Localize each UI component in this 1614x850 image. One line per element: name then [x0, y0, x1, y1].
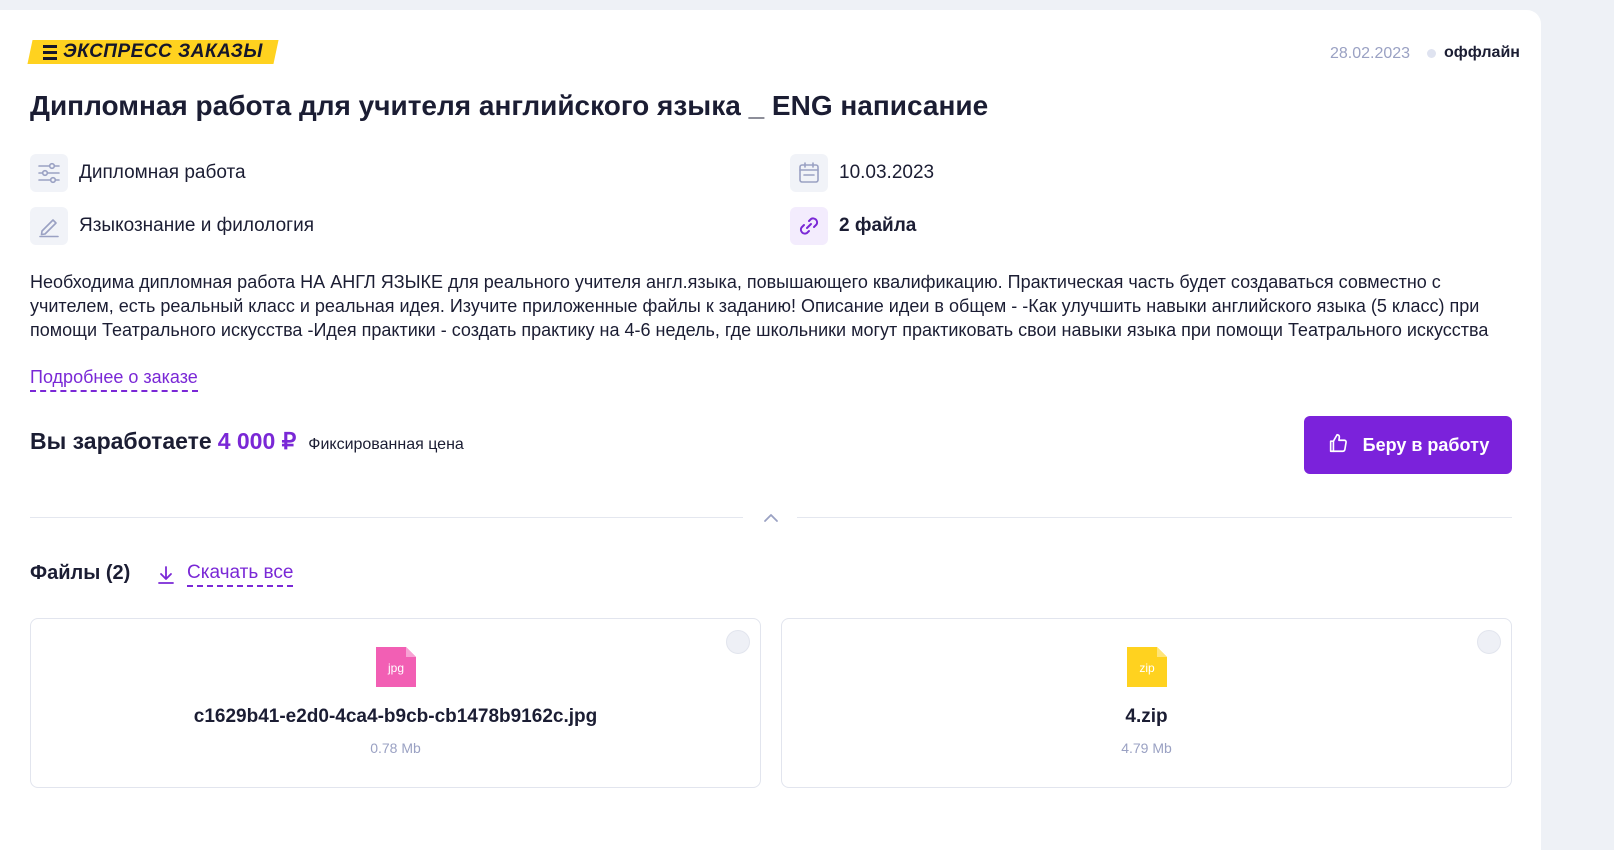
deadline-date: 10.03.2023	[839, 162, 935, 183]
attachments-row[interactable]: 2 файла	[790, 207, 916, 245]
svg-text:zip: zip	[1139, 661, 1155, 675]
chevron-up-icon	[764, 514, 778, 522]
earnings: Вы заработаете 4 000 ₽ Фиксированная цен…	[30, 428, 464, 455]
file-card[interactable]: zip 4.zip 4.79 Mb	[781, 618, 1512, 788]
order-title: Дипломная работа для учителя английского…	[30, 90, 989, 121]
menu-lines-icon	[43, 44, 58, 60]
link-icon	[790, 207, 828, 245]
calendar-icon	[790, 154, 828, 192]
file-size: 4.79 Mb	[1121, 740, 1172, 756]
status-label: оффлайн	[1444, 44, 1520, 61]
more-details-link[interactable]: Подробнее о заказе	[30, 367, 198, 392]
attachments-count: 2 файла	[839, 215, 917, 236]
file-size: 0.78 Mb	[370, 740, 421, 756]
work-type: Дипломная работа	[79, 162, 246, 183]
subject: Языкознание и филология	[79, 215, 314, 236]
earnings-amount: 4 000 ₽	[217, 428, 297, 454]
pencil-icon	[30, 207, 68, 245]
jpg-file-icon: jpg	[375, 647, 416, 687]
earnings-label: Вы заработаете	[30, 428, 212, 454]
express-orders-badge: ЭКСПРЕСС ЗАКАЗЫ	[27, 40, 279, 64]
file-select-checkbox[interactable]	[1477, 630, 1501, 654]
file-card[interactable]: jpg c1629b41-e2d0-4ca4-b9cb-cb1478b9162c…	[30, 618, 761, 788]
file-select-checkbox[interactable]	[726, 630, 750, 654]
subject-row: Языкознание и филология	[30, 207, 314, 245]
status-indicator: оффлайн	[1427, 44, 1520, 62]
work-type-row: Дипломная работа	[30, 154, 246, 192]
sliders-icon	[30, 154, 68, 192]
thumbs-up-icon	[1327, 432, 1349, 459]
deadline-row: 10.03.2023	[790, 154, 934, 192]
zip-file-icon: zip	[1126, 647, 1167, 687]
file-name: c1629b41-e2d0-4ca4-b9cb-cb1478b9162c.jpg	[193, 706, 598, 727]
order-description: Необходима дипломная работа НА АНГЛ ЯЗЫК…	[30, 272, 1489, 340]
take-order-label: Беру в работу	[1362, 434, 1490, 455]
download-icon	[158, 565, 174, 584]
svg-text:jpg: jpg	[386, 661, 403, 675]
download-all-label: Скачать все	[187, 562, 294, 587]
files-heading: Файлы (2)	[30, 562, 131, 584]
download-all-button[interactable]: Скачать все	[157, 562, 294, 587]
status-dot-icon	[1427, 48, 1436, 58]
file-name: 4.zip	[1125, 706, 1168, 727]
collapse-button[interactable]	[760, 508, 782, 528]
divider	[797, 517, 1512, 518]
take-order-button[interactable]: Беру в работу	[1304, 416, 1512, 474]
price-type-note: Фиксированная цена	[308, 436, 464, 453]
badge-label: ЭКСПРЕСС ЗАКАЗЫ	[63, 41, 263, 62]
posted-date: 28.02.2023	[1330, 45, 1411, 62]
divider	[30, 517, 743, 518]
